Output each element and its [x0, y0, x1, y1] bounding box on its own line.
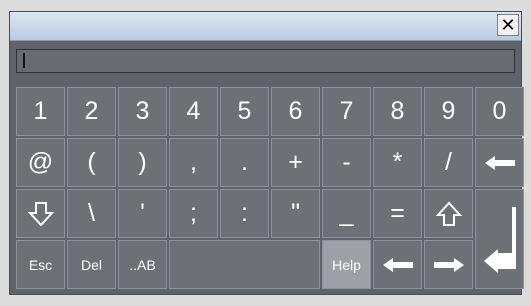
title-bar: ✕: [10, 12, 521, 41]
enter-key[interactable]: [475, 189, 524, 289]
shift-up-key[interactable]: [424, 189, 473, 238]
key-1[interactable]: 1: [16, 87, 65, 136]
key-9[interactable]: 9: [424, 87, 473, 136]
backspace-key[interactable]: [475, 138, 524, 187]
key-semicolon[interactable]: ;: [169, 189, 218, 238]
shift-up-outline-icon: [435, 201, 462, 226]
key-3[interactable]: 3: [118, 87, 167, 136]
key-backslash[interactable]: \: [67, 189, 116, 238]
key-2[interactable]: 2: [67, 87, 116, 136]
key-open-paren[interactable]: (: [67, 138, 116, 187]
key-6[interactable]: 6: [271, 87, 320, 136]
shift-down-key[interactable]: [16, 189, 65, 238]
key-double-quote[interactable]: ": [271, 189, 320, 238]
close-button[interactable]: ✕: [497, 14, 519, 36]
help-key[interactable]: Help: [322, 240, 371, 289]
enter-icon: [483, 207, 516, 273]
right-arrow-key[interactable]: [424, 240, 473, 289]
key-close-paren[interactable]: ): [118, 138, 167, 187]
del-key[interactable]: Del: [67, 240, 116, 289]
key-equals[interactable]: =: [373, 189, 422, 238]
key-4[interactable]: 4: [169, 87, 218, 136]
key-period[interactable]: .: [220, 138, 269, 187]
key-comma[interactable]: ,: [169, 138, 218, 187]
ab-key[interactable]: ..AB: [118, 240, 167, 289]
key-0[interactable]: 0: [475, 87, 524, 136]
text-caret: [23, 53, 25, 68]
shift-down-outline-icon: [27, 201, 54, 226]
key-8[interactable]: 8: [373, 87, 422, 136]
key-apostrophe[interactable]: ': [118, 189, 167, 238]
left-arrow-key[interactable]: [373, 240, 422, 289]
key-underscore[interactable]: _: [322, 189, 371, 238]
key-asterisk[interactable]: *: [373, 138, 422, 187]
text-input[interactable]: [16, 49, 515, 73]
backspace-arrow-icon: [484, 155, 515, 170]
esc-key[interactable]: Esc: [16, 240, 65, 289]
arrow-left-icon: [382, 257, 413, 272]
key-7[interactable]: 7: [322, 87, 371, 136]
key-plus[interactable]: +: [271, 138, 320, 187]
space-key[interactable]: [169, 240, 320, 289]
key-minus[interactable]: -: [322, 138, 371, 187]
key-colon[interactable]: :: [220, 189, 269, 238]
key-at[interactable]: @: [16, 138, 65, 187]
virtual-keyboard-panel: ✕ 1 2 3 4 5 6 7 8 9 0 @ ( ) , . + - * / …: [9, 11, 524, 295]
arrow-right-icon: [433, 257, 464, 272]
key-5[interactable]: 5: [220, 87, 269, 136]
key-slash[interactable]: /: [424, 138, 473, 187]
